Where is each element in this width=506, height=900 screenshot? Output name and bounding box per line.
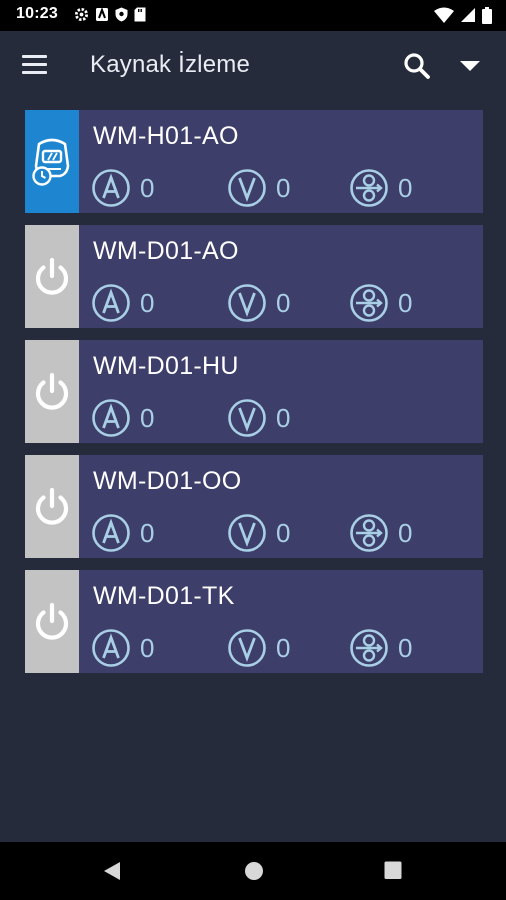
amperage-metric: 0 — [91, 398, 154, 438]
wire-feed-value: 0 — [398, 632, 413, 663]
status-indicator — [25, 455, 79, 558]
recents-icon[interactable] — [384, 861, 402, 880]
voltage-metric: 0 — [227, 513, 290, 553]
volt-icon — [228, 629, 266, 667]
menu-icon[interactable] — [22, 55, 48, 77]
machine-card[interactable]: WM-D01-HU 0 0 — [25, 340, 483, 443]
machine-card-body: WM-D01-OO 0 0 0 — [79, 455, 483, 558]
machine-name: WM-H01-AO — [93, 122, 239, 150]
welding-helmet-icon — [32, 138, 70, 186]
voltage-value: 0 — [276, 517, 291, 548]
machine-card[interactable]: WM-D01-TK 0 0 0 — [25, 570, 483, 673]
status-indicator — [25, 570, 79, 673]
amperage-value: 0 — [140, 402, 155, 433]
voltage-value: 0 — [276, 287, 291, 318]
amperage-value: 0 — [140, 172, 155, 203]
amperage-value: 0 — [140, 287, 155, 318]
machine-card[interactable]: WM-D01-AO 0 0 0 — [25, 225, 483, 328]
voltage-metric: 0 — [227, 283, 290, 323]
back-icon[interactable] — [102, 861, 122, 881]
wire-feed-metric: 0 — [349, 513, 412, 553]
ampere-icon — [92, 514, 130, 552]
machine-name: WM-D01-TK — [93, 582, 235, 610]
machine-card-body: WM-D01-AO 0 0 0 — [79, 225, 483, 328]
status-indicator — [25, 225, 79, 328]
machine-card[interactable]: WM-H01-AO 0 0 0 — [25, 110, 483, 213]
battery-icon — [482, 7, 492, 24]
system-nav-bar — [0, 842, 506, 900]
machine-card-body: WM-D01-TK 0 0 0 — [79, 570, 483, 673]
status-indicator — [25, 340, 79, 443]
voltage-value: 0 — [276, 632, 291, 663]
status-indicator — [25, 110, 79, 213]
voltage-metric: 0 — [227, 398, 290, 438]
wire-feed-value: 0 — [398, 517, 413, 548]
home-icon[interactable] — [244, 861, 264, 881]
amperage-metric: 0 — [91, 628, 154, 668]
wire-feed-icon — [350, 169, 388, 207]
machine-card-body: WM-H01-AO 0 0 0 — [79, 110, 483, 213]
amperage-value: 0 — [140, 517, 155, 548]
wire-feed-icon — [350, 284, 388, 322]
app-notification-icon — [96, 7, 108, 21]
wire-feed-metric: 0 — [349, 628, 412, 668]
machine-list: WM-H01-AO 0 0 0 WM-D01-AO 0 0 0 WM-D01-H… — [25, 110, 483, 685]
ampere-icon — [92, 169, 130, 207]
volt-icon — [228, 284, 266, 322]
machine-name: WM-D01-HU — [93, 352, 239, 380]
status-time: 10:23 — [16, 5, 58, 22]
shield-notification-icon — [115, 7, 128, 22]
power-icon — [35, 372, 69, 410]
voltage-metric: 0 — [227, 628, 290, 668]
app-bar: Kaynak İzleme — [0, 31, 506, 101]
cell-signal-icon — [461, 8, 475, 22]
machine-name: WM-D01-OO — [93, 467, 242, 495]
volt-icon — [228, 399, 266, 437]
ampere-icon — [92, 284, 130, 322]
search-icon[interactable] — [403, 52, 431, 80]
voltage-value: 0 — [276, 172, 291, 203]
power-icon — [35, 257, 69, 295]
machine-name: WM-D01-AO — [93, 237, 239, 265]
machine-card-body: WM-D01-HU 0 0 — [79, 340, 483, 443]
page-title: Kaynak İzleme — [90, 51, 251, 78]
status-bar: 10:23 — [0, 0, 506, 31]
sd-card-notification-icon — [134, 7, 146, 22]
amperage-metric: 0 — [91, 513, 154, 553]
wire-feed-value: 0 — [398, 172, 413, 203]
machine-card[interactable]: WM-D01-OO 0 0 0 — [25, 455, 483, 558]
volt-icon — [228, 169, 266, 207]
ampere-icon — [92, 629, 130, 667]
ampere-icon — [92, 399, 130, 437]
amperage-metric: 0 — [91, 168, 154, 208]
settings-notification-icon — [74, 7, 89, 22]
wire-feed-value: 0 — [398, 287, 413, 318]
voltage-metric: 0 — [227, 168, 290, 208]
volt-icon — [228, 514, 266, 552]
dropdown-arrow-icon[interactable] — [459, 59, 481, 73]
amperage-value: 0 — [140, 632, 155, 663]
power-icon — [35, 487, 69, 525]
wire-feed-icon — [350, 514, 388, 552]
wire-feed-metric: 0 — [349, 168, 412, 208]
voltage-value: 0 — [276, 402, 291, 433]
power-icon — [35, 602, 69, 640]
wire-feed-icon — [350, 629, 388, 667]
wifi-icon — [434, 7, 454, 23]
wire-feed-metric: 0 — [349, 283, 412, 323]
amperage-metric: 0 — [91, 283, 154, 323]
